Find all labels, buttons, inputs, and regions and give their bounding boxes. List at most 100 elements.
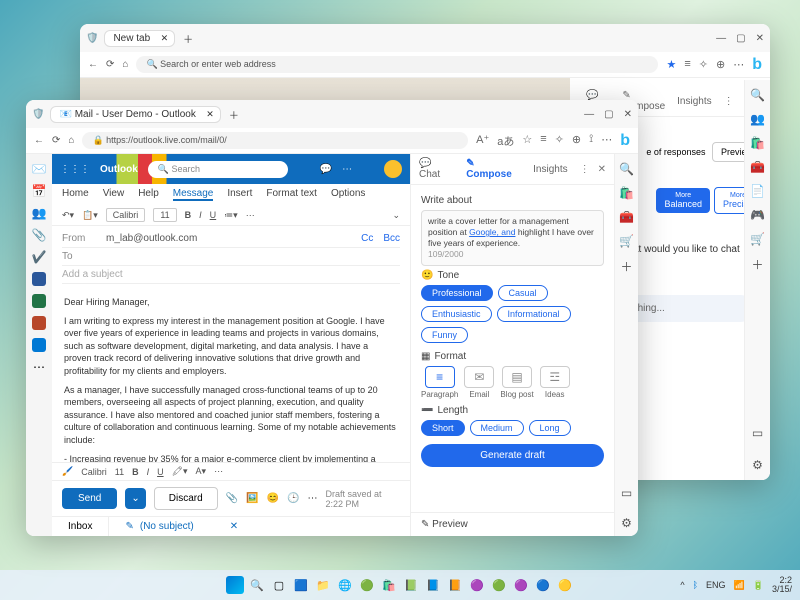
addon-icon[interactable]: ⊕ xyxy=(716,58,725,71)
collections-icon[interactable]: ✧ xyxy=(555,133,564,149)
rail-attach-icon[interactable]: 📎 xyxy=(32,228,47,242)
ext-icon[interactable]: ≡ xyxy=(684,58,690,71)
format-ideas[interactable]: ☲ xyxy=(540,366,570,388)
maximize-button[interactable]: ▢ xyxy=(604,109,613,120)
tb-chrome-icon[interactable]: 🔵 xyxy=(534,576,552,594)
close-button[interactable]: ✕ xyxy=(756,33,764,44)
font-select[interactable]: Calibri xyxy=(106,208,146,222)
tone-casual[interactable]: Casual xyxy=(498,285,548,301)
tray-lang[interactable]: ENG xyxy=(706,580,726,590)
more-icon[interactable]: ⋯ xyxy=(214,466,223,477)
tb-discord-icon[interactable]: 🟣 xyxy=(512,576,530,594)
preview-section[interactable]: ✎ Preview xyxy=(411,512,614,536)
side-collapse-icon[interactable]: ▭ xyxy=(621,486,632,500)
side-people-icon[interactable]: 👥 xyxy=(750,112,765,126)
close-tab-icon[interactable]: ✕ xyxy=(161,33,169,44)
tone-funny[interactable]: Funny xyxy=(421,327,468,343)
tab-home[interactable]: Home xyxy=(62,188,89,201)
side-add-icon[interactable]: ＋ xyxy=(620,258,632,275)
attach-icon[interactable]: 📎 xyxy=(226,493,238,504)
addon-icon[interactable]: ⊕ xyxy=(572,133,581,149)
side-shop-icon[interactable]: 🛍️ xyxy=(750,136,765,150)
profile-icon[interactable]: ⋯ xyxy=(733,58,744,71)
tray-chevron-icon[interactable]: ^ xyxy=(680,580,684,590)
tb-search-icon[interactable]: 🔍 xyxy=(248,576,266,594)
more-icon[interactable]: ⋯ xyxy=(342,164,352,175)
url-input[interactable]: 🔍 Search or enter web address xyxy=(136,56,658,73)
screenshot-icon[interactable]: ⟟ xyxy=(589,133,593,149)
length-medium[interactable]: Medium xyxy=(470,420,524,436)
bullets-icon[interactable]: ≔▾ xyxy=(224,210,238,221)
tb-spotify-icon[interactable]: 🟢 xyxy=(490,576,508,594)
tb-vs-icon[interactable]: 🟣 xyxy=(468,576,486,594)
tb-widgets-icon[interactable]: 🟦 xyxy=(292,576,310,594)
collections-icon[interactable]: ✧ xyxy=(699,58,708,71)
favorite-icon[interactable]: ★ xyxy=(666,58,676,71)
balanced-option[interactable]: MoreBalanced xyxy=(656,188,710,213)
more-icon[interactable]: ⋮ xyxy=(580,164,590,175)
maximize-button[interactable]: ▢ xyxy=(736,33,745,44)
rail-calendar-icon[interactable]: 📅 xyxy=(32,184,47,198)
more-send-icon[interactable]: ⋯ xyxy=(307,493,317,504)
minimize-button[interactable]: — xyxy=(716,33,726,44)
side-settings-icon[interactable]: ⚙ xyxy=(752,458,763,472)
ext-icon[interactable]: ≡ xyxy=(540,133,546,149)
tab-inbox[interactable]: Inbox xyxy=(52,517,108,536)
format-email[interactable]: ✉ xyxy=(464,366,494,388)
side-game-icon[interactable]: 🎮 xyxy=(750,208,765,222)
color-icon[interactable]: A▾ xyxy=(196,466,207,477)
tb-explorer-icon[interactable]: 📁 xyxy=(314,576,332,594)
home-icon[interactable]: ⌂ xyxy=(68,135,74,146)
browser-tab[interactable]: New tab ✕ xyxy=(104,30,175,47)
bold-icon[interactable]: B xyxy=(185,210,192,220)
tray-wifi-icon[interactable]: 📶 xyxy=(734,580,745,591)
rail-people-icon[interactable]: 👥 xyxy=(32,206,47,220)
tray-battery-icon[interactable]: 🔋 xyxy=(753,580,764,591)
tb-store-icon[interactable]: 🛍️ xyxy=(380,576,398,594)
app-launcher-icon[interactable]: ⋮⋮⋮ xyxy=(60,164,90,175)
rail-onedrive-icon[interactable] xyxy=(32,338,46,352)
tab-view[interactable]: View xyxy=(103,188,125,201)
emoji-icon[interactable]: 😊 xyxy=(267,493,279,504)
start-button[interactable] xyxy=(226,576,244,594)
close-button[interactable]: ✕ xyxy=(624,109,632,120)
font-paint-icon[interactable]: 🖌️ xyxy=(62,466,73,477)
send-dropdown[interactable]: ⌄ xyxy=(125,488,145,509)
side-office-icon[interactable]: 📄 xyxy=(750,184,765,198)
tray-bluetooth-icon[interactable]: ᛒ xyxy=(693,580,698,590)
from-value[interactable]: m_lab@outlook.com xyxy=(106,233,197,244)
tb-word-icon[interactable]: 📘 xyxy=(424,576,442,594)
tone-informational[interactable]: Informational xyxy=(497,306,571,322)
email-body[interactable]: Dear Hiring Manager, I am writing to exp… xyxy=(52,288,410,462)
rail-mail-icon[interactable]: ✉️ xyxy=(32,162,47,176)
send-button[interactable]: Send xyxy=(62,488,117,509)
tb-taskview-icon[interactable]: ▢ xyxy=(270,576,288,594)
italic-icon[interactable]: I xyxy=(199,210,202,220)
tb-ppt-icon[interactable]: 📙 xyxy=(446,576,464,594)
more-icon[interactable]: ⋮ xyxy=(724,96,734,107)
tb-excel-icon[interactable]: 📗 xyxy=(402,576,420,594)
prompt-input[interactable]: write a cover letter for a management po… xyxy=(421,210,604,266)
schedule-icon[interactable]: 🕒 xyxy=(287,493,299,504)
side-shop-icon[interactable]: 🛍️ xyxy=(619,186,634,200)
side-cart-icon[interactable]: 🛒 xyxy=(750,232,765,246)
refresh-icon[interactable]: ⟳ xyxy=(52,135,60,146)
skype-icon[interactable]: 💬 xyxy=(320,164,332,175)
bing-sidebar-icon[interactable]: b xyxy=(752,56,762,74)
length-long[interactable]: Long xyxy=(529,420,571,436)
rail-powerpoint-icon[interactable] xyxy=(32,316,46,330)
bing-tab-chat[interactable]: 💬 Chat xyxy=(419,158,454,180)
tab-help[interactable]: Help xyxy=(138,188,159,201)
home-icon[interactable]: ⌂ xyxy=(122,59,128,70)
size-select-2[interactable]: 11 xyxy=(115,467,124,477)
discard-button[interactable]: Discard xyxy=(154,487,218,510)
reader-icon[interactable]: A⁺ xyxy=(476,133,489,149)
image-icon[interactable]: 🖼️ xyxy=(246,493,258,504)
favorite-icon[interactable]: ☆ xyxy=(522,133,532,149)
subject-input[interactable]: Add a subject xyxy=(62,269,123,280)
tab-message[interactable]: Message xyxy=(173,188,214,201)
outlook-search[interactable]: 🔍 Search xyxy=(148,161,288,178)
underline-icon[interactable]: U xyxy=(157,467,164,477)
more-format-icon[interactable]: ⋯ xyxy=(246,210,255,221)
tone-enthusiastic[interactable]: Enthusiastic xyxy=(421,306,492,322)
